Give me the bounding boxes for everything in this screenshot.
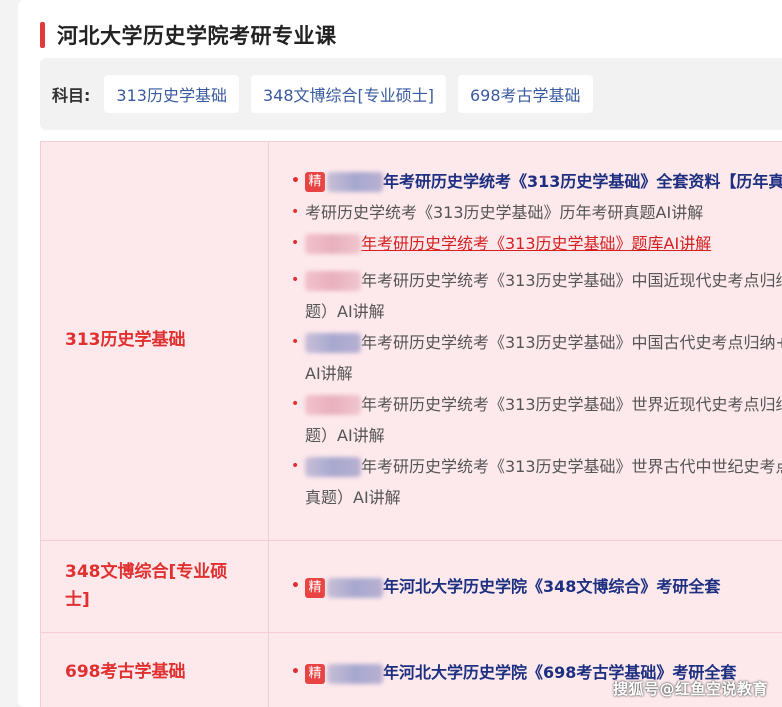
list-item[interactable]: 年考研历史学统考《313历史学基础》世界近现代史考点归纳 题）AI讲解 (289, 389, 782, 451)
blurred-year (327, 172, 383, 192)
item-title-cont: 题）AI讲解 (305, 425, 385, 445)
featured-badge: 精 (305, 577, 325, 598)
title-accent-bar (40, 22, 45, 48)
blurred-year (305, 234, 361, 254)
item-title: 年考研历史学统考《313历史学基础》世界古代中世纪史考点 (361, 456, 782, 476)
table-row: 348文博综合[专业硕士] 精 年河北大学历史学院《348文博综合》考研全套 (40, 540, 782, 633)
subject-cell: 348文博综合[专业硕士] (40, 540, 269, 633)
blurred-year (305, 395, 361, 415)
item-title-cont: 题）AI讲解 (305, 301, 385, 321)
blurred-year (305, 457, 361, 477)
watermark: 搜狐号@红鱼空说教育 (612, 680, 768, 698)
featured-badge: 精 (305, 663, 325, 684)
items-cell: 精 年考研历史学统考《313历史学基础》全套资料【历年真 考研历史学统考《313历… (268, 141, 782, 541)
item-title: 考研历史学统考《313历史学基础》历年考研真题AI讲解 (305, 202, 704, 222)
item-title-cont: 真题）AI讲解 (305, 487, 401, 507)
list-item[interactable]: 精 年河北大学历史学院《348文博综合》考研全套 (289, 571, 782, 602)
blurred-year (305, 271, 361, 291)
items-cell: 精 年河北大学历史学院《348文博综合》考研全套 (268, 540, 782, 633)
subject-filter-bar: 科目: 313历史学基础 348文博综合[专业硕士] 698考古学基础 (40, 58, 782, 130)
list-item[interactable]: 年考研历史学统考《313历史学基础》中国近现代史考点归纳 题）AI讲解 (289, 265, 782, 327)
page-header: 河北大学历史学院考研专业课 (40, 20, 337, 50)
item-title: 年考研历史学统考《313历史学基础》中国近现代史考点归纳 (361, 270, 782, 290)
item-list: 精 年考研历史学统考《313历史学基础》全套资料【历年真 考研历史学统考《313历… (289, 166, 782, 513)
list-item[interactable]: 年考研历史学统考《313历史学基础》中国古代史考点归纳+ AI讲解 (289, 327, 782, 389)
course-table: 313历史学基础 精 年考研历史学统考《313历史学基础》全套资料【历年真 考研历… (40, 141, 782, 707)
subject-cell: 313历史学基础 (40, 141, 269, 541)
blurred-year (327, 577, 383, 598)
list-item[interactable]: 精 年考研历史学统考《313历史学基础》全套资料【历年真 (289, 166, 782, 197)
subject-label: 科目: (52, 86, 91, 105)
table-row: 313历史学基础 精 年考研历史学统考《313历史学基础》全套资料【历年真 考研历… (40, 141, 782, 541)
item-list: 精 年河北大学历史学院《348文博综合》考研全套 (289, 571, 782, 602)
featured-badge: 精 (305, 172, 325, 192)
page-title: 河北大学历史学院考研专业课 (57, 24, 337, 48)
subject-chip-348[interactable]: 348文博综合[专业硕士] (250, 75, 446, 113)
list-item[interactable]: 考研历史学统考《313历史学基础》历年考研真题AI讲解 (289, 197, 782, 228)
blurred-year (305, 333, 361, 353)
subject-chip-698[interactable]: 698考古学基础 (457, 75, 593, 113)
list-item[interactable]: 年考研历史学统考《313历史学基础》题库AI讲解 (289, 228, 782, 259)
subject-chip-313[interactable]: 313历史学基础 (104, 75, 239, 113)
item-title: 年考研历史学统考《313历史学基础》中国古代史考点归纳+ (361, 332, 782, 352)
item-title-cont: AI讲解 (305, 363, 353, 383)
item-title: 年考研历史学统考《313历史学基础》世界近现代史考点归纳 (361, 394, 782, 414)
blurred-year (327, 663, 383, 684)
subject-cell: 698考古学基础 (40, 632, 269, 707)
list-item[interactable]: 年考研历史学统考《313历史学基础》世界古代中世纪史考点 真题）AI讲解 (289, 451, 782, 513)
item-title: 年考研历史学统考《313历史学基础》全套资料【历年真 (383, 171, 782, 191)
item-title: 年考研历史学统考《313历史学基础》题库AI讲解 (361, 233, 712, 253)
item-title: 年河北大学历史学院《348文博综合》考研全套 (383, 577, 721, 596)
